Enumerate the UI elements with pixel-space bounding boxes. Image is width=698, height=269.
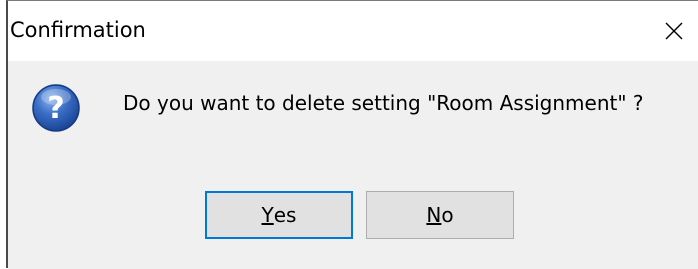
yes-label-rest: es xyxy=(273,203,297,227)
title-bar: Confirmation xyxy=(8,1,698,61)
no-mnemonic: N xyxy=(426,203,442,227)
dialog-title: Confirmation xyxy=(10,18,146,42)
no-label-rest: o xyxy=(441,203,454,227)
dialog-body: ? Do you want to delete setting "Room As… xyxy=(8,61,698,269)
close-button[interactable] xyxy=(650,1,698,61)
yes-button[interactable]: Yes xyxy=(205,191,353,239)
confirmation-message: Do you want to delete setting "Room Assi… xyxy=(123,91,644,115)
confirmation-dialog: Confirmation ? Do you want to delete set… xyxy=(6,0,698,269)
svg-text:?: ? xyxy=(47,91,64,126)
yes-mnemonic: Y xyxy=(261,203,274,227)
question-icon: ? xyxy=(31,83,81,133)
close-icon xyxy=(664,21,684,41)
no-button[interactable]: No xyxy=(366,191,514,239)
